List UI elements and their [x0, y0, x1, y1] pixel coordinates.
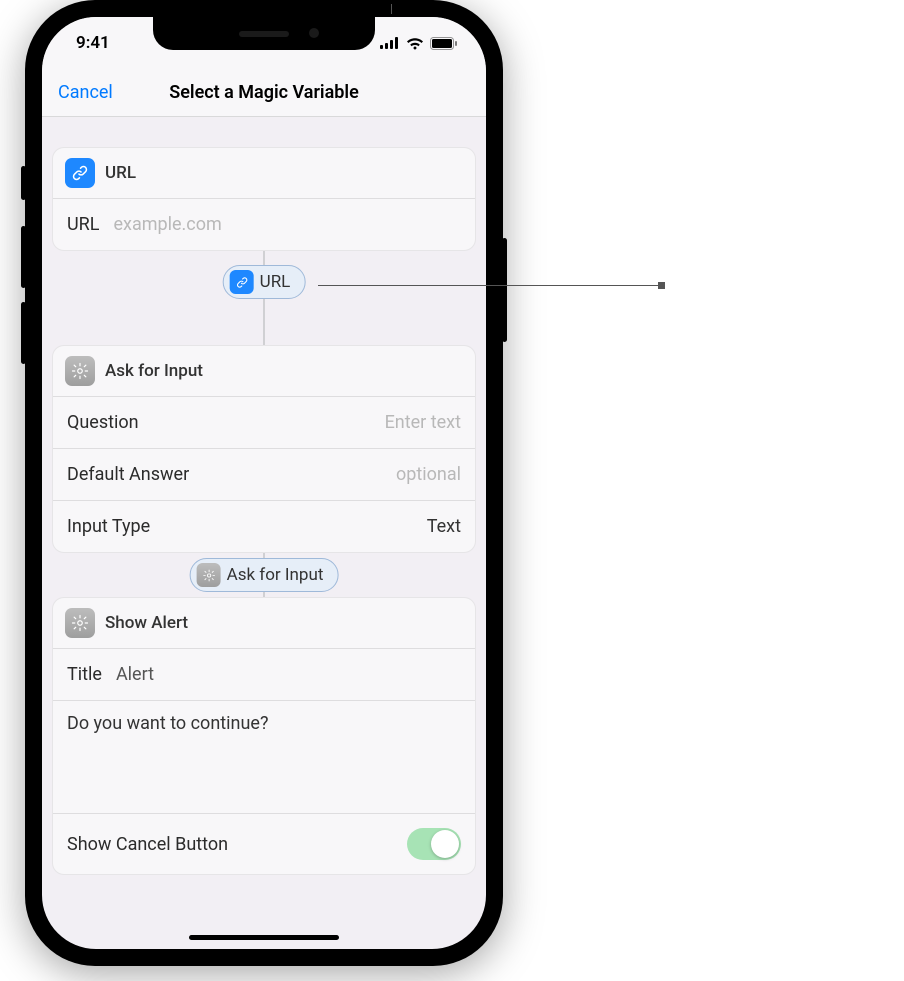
field-label: Question: [67, 412, 139, 433]
field-label: Default Answer: [67, 464, 189, 485]
page-title: Select a Magic Variable: [169, 82, 359, 103]
callout-end: [658, 282, 665, 289]
field-label: URL: [67, 214, 99, 235]
question-input[interactable]: Enter text: [385, 412, 461, 433]
url-input[interactable]: example.com: [113, 214, 461, 235]
callout-line: [318, 285, 658, 286]
connector: Ask for Input: [52, 553, 476, 597]
connector: URL: [52, 251, 476, 313]
battery-icon: [430, 37, 458, 50]
magic-variable-ask[interactable]: Ask for Input: [190, 558, 339, 592]
card-title: URL: [105, 163, 136, 183]
mute-switch: [21, 166, 26, 200]
wifi-icon: [406, 37, 424, 50]
field-label: Title: [67, 664, 102, 685]
question-row[interactable]: Question Enter text: [53, 396, 475, 448]
link-icon: [65, 158, 95, 188]
alert-message[interactable]: Do you want to continue?: [67, 713, 461, 813]
alert-title-row[interactable]: Title Alert: [53, 648, 475, 700]
nav-bar: Cancel Select a Magic Variable: [42, 69, 486, 117]
action-card-url: URL URL example.com: [52, 147, 476, 251]
alert-title-value[interactable]: Alert: [116, 664, 154, 685]
cellular-icon: [380, 37, 400, 49]
field-label: Show Cancel Button: [67, 834, 228, 855]
default-answer-input[interactable]: optional: [396, 464, 461, 485]
input-type-row[interactable]: Input Type Text: [53, 500, 475, 552]
show-cancel-row: Show Cancel Button: [53, 813, 475, 874]
action-card-alert: Show Alert Title Alert Do you want to co…: [52, 597, 476, 875]
notch: [153, 17, 375, 50]
link-icon: [230, 270, 254, 294]
screen: 9:41 Cancel Select a Magic Variable: [42, 17, 486, 949]
iphone-frame: 9:41 Cancel Select a Magic Variable: [25, 0, 503, 966]
input-type-value: Text: [427, 516, 461, 537]
figure-tick: [391, 4, 392, 14]
cancel-button[interactable]: Cancel: [58, 82, 113, 103]
volume-up-button: [21, 226, 26, 288]
content: URL URL example.com URL: [42, 117, 486, 949]
card-title: Show Alert: [105, 613, 188, 633]
action-card-ask: Ask for Input Question Enter text Defaul…: [52, 345, 476, 553]
status-icons: [380, 37, 458, 50]
default-answer-row[interactable]: Default Answer optional: [53, 448, 475, 500]
volume-down-button: [21, 302, 26, 364]
field-label: Input Type: [67, 516, 150, 537]
alert-message-row[interactable]: Do you want to continue?: [53, 700, 475, 813]
gear-icon: [65, 608, 95, 638]
home-indicator[interactable]: [189, 935, 339, 940]
gear-icon: [65, 356, 95, 386]
card-title: Ask for Input: [105, 361, 203, 381]
status-time: 9:41: [76, 33, 110, 53]
magic-variable-url[interactable]: URL: [223, 265, 306, 299]
side-button: [502, 238, 507, 342]
url-field-row[interactable]: URL example.com: [53, 198, 475, 250]
pill-label: Ask for Input: [227, 565, 324, 585]
gear-icon: [197, 563, 221, 587]
pill-label: URL: [260, 272, 291, 292]
show-cancel-toggle[interactable]: [407, 828, 461, 860]
